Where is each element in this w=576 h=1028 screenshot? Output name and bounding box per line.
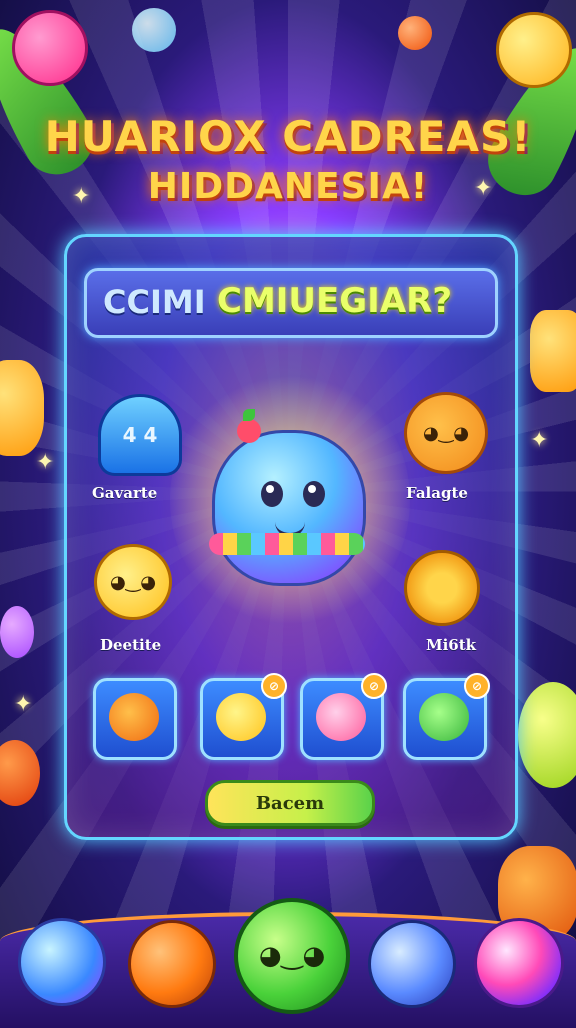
pink-bubble-creature [12, 10, 88, 86]
banner-text-right: CMIUEGIAR? [217, 281, 453, 321]
pizza-icon[interactable] [404, 550, 480, 626]
orange-creature-icon [109, 693, 159, 741]
smiley-face-icon [259, 941, 325, 971]
bubble-icon [132, 8, 176, 52]
panel-banner: CCIMI CMIUEGIAR? [84, 268, 498, 338]
mascot-eye-right [303, 481, 325, 507]
banner-text-left: CCIMI [103, 283, 206, 321]
sparkle-icon: ✦ [14, 692, 33, 717]
character-slot-4[interactable]: ⊘ [403, 673, 490, 760]
character-slot-3[interactable]: ⊘ [300, 673, 387, 760]
green-egg-right [518, 682, 576, 788]
rainbow-scarf [209, 533, 365, 555]
cheese-egg-left [0, 360, 44, 456]
item-label-deetite: Deetite [100, 636, 162, 654]
sparkle-icon: ✦ [36, 450, 55, 475]
orange-orb-button[interactable] [128, 920, 216, 1008]
mascot-eye-left [261, 481, 283, 507]
slot-badge: ⊘ [261, 673, 287, 699]
candy-creature-icon [316, 693, 366, 741]
character-slot-2[interactable]: ⊘ [200, 673, 287, 760]
blue-orb-button[interactable] [18, 918, 106, 1006]
character-slot-1[interactable] [93, 678, 177, 760]
green-creature-icon [419, 693, 469, 741]
item-label-gavarte: Gavarte [92, 484, 158, 502]
start-button[interactable]: Bacem [205, 780, 375, 826]
game-title: HUARIOX CADREAS! [44, 112, 532, 161]
item-label-falagte: Falagte [406, 484, 468, 502]
chick-icon[interactable] [94, 544, 172, 620]
fox-icon[interactable] [404, 392, 488, 474]
orange-fruit-icon [398, 16, 432, 50]
planet-orb-button[interactable] [368, 920, 456, 1008]
game-subtitle: HIDDANESIA! [147, 166, 429, 207]
purple-ball-left [0, 606, 34, 658]
strawberry-icon [237, 409, 261, 443]
slot-badge: ⊘ [464, 673, 490, 699]
yellow-creature-icon [216, 693, 266, 741]
mascot-character[interactable] [209, 409, 366, 586]
cap-icon[interactable]: 4 4 [98, 394, 182, 476]
sparkle-icon: ✦ [530, 428, 549, 453]
orange-ball-left [0, 740, 40, 806]
item-label-mi6tk: Mi6tk [426, 636, 477, 654]
slot-badge: ⊘ [361, 673, 387, 699]
green-smiley-orb-button[interactable] [234, 898, 350, 1014]
rainbow-gem-button[interactable] [474, 918, 564, 1008]
cap-icon-text: 4 4 [122, 423, 158, 447]
yellow-bubble-creature [496, 12, 572, 88]
cheese-slice-right [530, 310, 576, 392]
